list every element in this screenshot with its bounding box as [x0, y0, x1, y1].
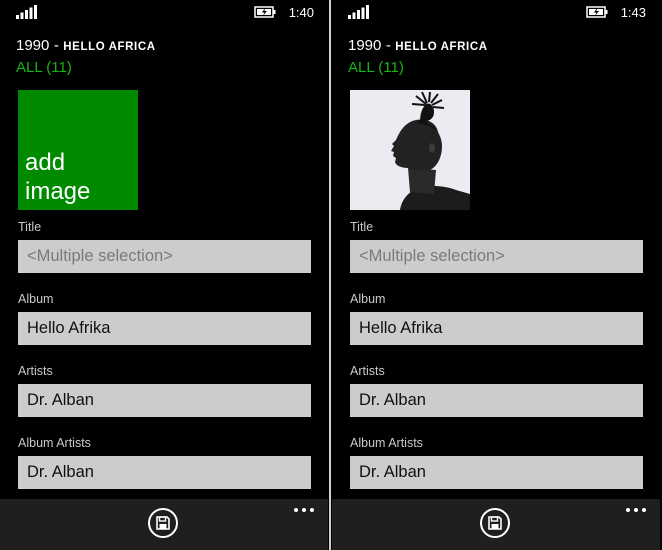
album-artists-label: Album Artists [18, 436, 91, 450]
signal-strength-icon [348, 5, 369, 19]
all-songs-link[interactable]: ALL (11) [348, 59, 404, 76]
header-album: HELLO AFRICA [63, 41, 156, 53]
save-button[interactable] [148, 508, 178, 538]
battery-charging-icon [586, 6, 608, 18]
add-image-tile[interactable]: add image [18, 90, 138, 210]
app-bar [332, 499, 660, 550]
status-time: 1:40 [288, 5, 314, 20]
title-field[interactable]: <Multiple selection> [18, 240, 311, 273]
ellipsis-icon [626, 508, 630, 512]
album-field[interactable]: Hello Afrika [18, 312, 311, 345]
save-icon [156, 516, 170, 530]
title-label: Title [18, 220, 42, 234]
title-field[interactable]: <Multiple selection> [350, 240, 643, 273]
status-bar: 1:43 [332, 0, 660, 24]
app-bar [0, 499, 328, 550]
phone-screen-left: 1:40 1990 - HELLO AFRICA ALL (11) add im… [0, 0, 328, 550]
header-year: 1990 [348, 37, 382, 54]
page-header: 1990 - HELLO AFRICA [348, 37, 488, 55]
artists-label: Artists [350, 364, 385, 378]
phone-screen-right: 1:43 1990 - HELLO AFRICA ALL (11) Title … [332, 0, 660, 550]
album-artists-label: Album Artists [350, 436, 423, 450]
save-icon [488, 516, 502, 530]
status-bar: 1:40 [0, 0, 328, 24]
page-header: 1990 - HELLO AFRICA [16, 37, 156, 55]
album-artists-field[interactable]: Dr. Alban [18, 456, 311, 489]
album-field[interactable]: Hello Afrika [350, 312, 643, 345]
ellipsis-icon [294, 508, 298, 512]
more-options-button[interactable] [624, 502, 648, 516]
header-year: 1990 [16, 37, 50, 54]
album-label: Album [350, 292, 386, 306]
album-artists-field[interactable]: Dr. Alban [350, 456, 643, 489]
battery-charging-icon [254, 6, 276, 18]
header-separator: - [53, 37, 59, 54]
header-separator: - [385, 37, 391, 54]
album-label: Album [18, 292, 54, 306]
screen-divider [329, 0, 331, 550]
all-songs-link[interactable]: ALL (11) [16, 59, 72, 76]
artists-field[interactable]: Dr. Alban [350, 384, 643, 417]
more-options-button[interactable] [292, 502, 316, 516]
header-album: HELLO AFRICA [395, 41, 488, 53]
signal-strength-icon [16, 5, 37, 19]
status-time: 1:43 [620, 5, 646, 20]
album-art-portrait [350, 90, 470, 210]
save-button[interactable] [480, 508, 510, 538]
add-image-label: add image [25, 149, 91, 205]
artists-label: Artists [18, 364, 53, 378]
artists-field[interactable]: Dr. Alban [18, 384, 311, 417]
album-art-image[interactable] [350, 90, 470, 210]
title-label: Title [350, 220, 374, 234]
